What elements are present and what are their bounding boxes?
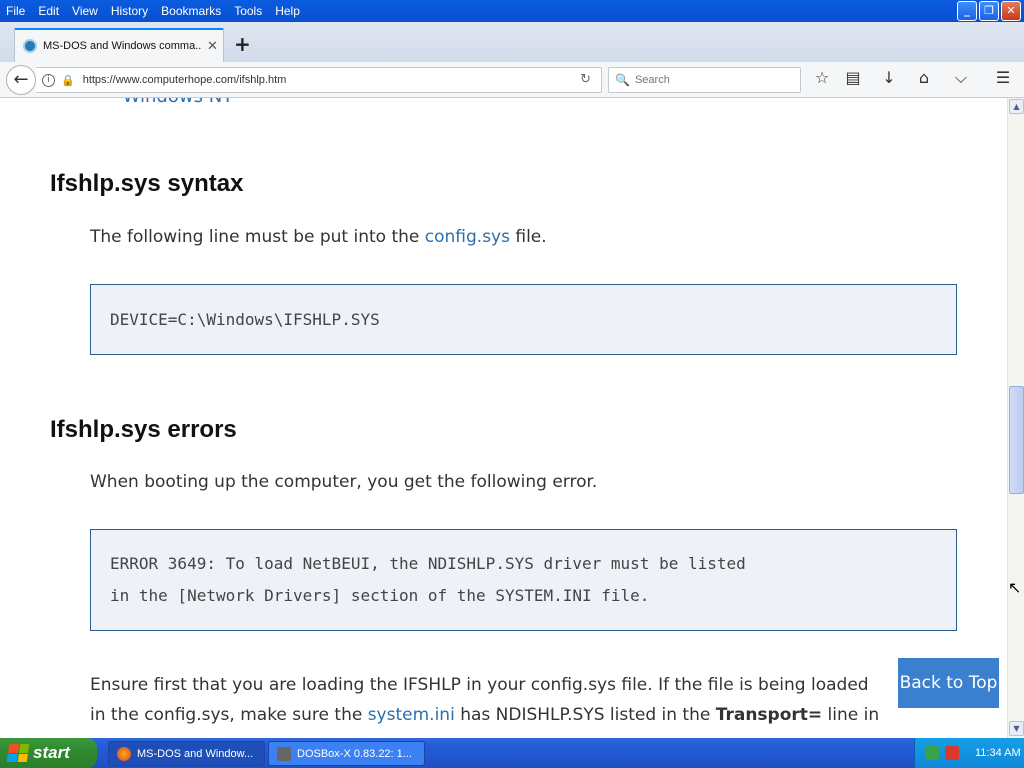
- section-heading-errors: Ifshlp.sys errors: [50, 416, 237, 443]
- error-code-block: ERROR 3649: To load NetBEUI, the NDISHLP…: [90, 529, 957, 631]
- para-text: in the config.sys, make sure the: [90, 705, 368, 725]
- menu-file[interactable]: File: [6, 4, 25, 18]
- menu-bar: File Edit View History Bookmarks Tools H…: [0, 0, 1024, 22]
- back-button[interactable]: ←: [6, 65, 36, 95]
- menu-help[interactable]: Help: [275, 4, 300, 18]
- back-to-top-button[interactable]: Back to Top: [898, 658, 999, 708]
- para-text: line in: [822, 705, 880, 725]
- menu-tools[interactable]: Tools: [234, 4, 262, 18]
- minimize-button[interactable]: _: [957, 1, 977, 21]
- window-controls: _ ❐ ✕: [957, 1, 1021, 21]
- start-label: start: [33, 743, 70, 762]
- para-text: has NDISHLP.SYS listed in the: [454, 705, 716, 725]
- tab-active[interactable]: MS-DOS and Windows comma... ✕: [14, 28, 224, 62]
- syntax-code-block: DEVICE=C:\Windows\IFSHLP.SYS: [90, 284, 957, 355]
- system-tray: 11:34 AM: [914, 738, 1024, 768]
- close-button[interactable]: ✕: [1001, 1, 1021, 21]
- search-icon: 🔍: [615, 73, 630, 87]
- network-tray-icon[interactable]: [925, 746, 939, 760]
- scrollbar-thumb[interactable]: [1009, 386, 1024, 494]
- taskbar-item-dosbox[interactable]: DOSBox-X 0.83.22: 1...: [268, 741, 425, 766]
- security-shield-icon[interactable]: [945, 746, 959, 760]
- section-heading-syntax: Ifshlp.sys syntax: [50, 170, 244, 197]
- transport-bold-text: Transport=: [715, 705, 823, 725]
- syntax-paragraph: The following line must be put into the …: [90, 227, 547, 247]
- taskbar-item-label: DOSBox-X 0.83.22: 1...: [297, 747, 412, 760]
- firefox-icon: [117, 746, 131, 761]
- tab-title: MS-DOS and Windows comma...: [43, 40, 201, 52]
- menu-view[interactable]: View: [72, 4, 98, 18]
- maximize-button[interactable]: ❐: [979, 1, 999, 21]
- reload-icon[interactable]: ↻: [580, 72, 591, 87]
- code-line: in the [Network Drivers] section of the …: [110, 586, 650, 605]
- syntax-para-prefix: The following line must be put into the: [90, 227, 425, 247]
- list-item: • Windows NT: [102, 98, 233, 107]
- new-tab-button[interactable]: +: [234, 32, 251, 56]
- site-favicon-icon: [23, 39, 37, 53]
- scroll-down-arrow-icon[interactable]: ▼: [1009, 721, 1024, 736]
- bullet-icon: •: [102, 98, 113, 107]
- taskbar-item-firefox[interactable]: MS-DOS and Window...: [108, 741, 265, 766]
- taskbar-item-label: MS-DOS and Window...: [137, 747, 254, 760]
- url-text[interactable]: https://www.computerhope.com/ifshlp.htm: [83, 74, 287, 86]
- search-box[interactable]: 🔍: [608, 67, 801, 93]
- ensure-paragraph-line2: in the config.sys, make sure the system.…: [90, 705, 879, 725]
- tab-strip: MS-DOS and Windows comma... ✕ +: [0, 22, 1024, 62]
- code-line: DEVICE=C:\Windows\IFSHLP.SYS: [110, 310, 380, 329]
- ensure-paragraph-line1: Ensure first that you are loading the IF…: [90, 675, 869, 695]
- bookmark-star-icon[interactable]: ☆: [811, 68, 833, 87]
- info-icon[interactable]: i: [42, 73, 55, 87]
- downloads-icon[interactable]: ↓: [878, 68, 900, 87]
- taskbar: start MS-DOS and Window... DOSBox-X 0.83…: [0, 738, 1024, 768]
- menu-edit[interactable]: Edit: [38, 4, 59, 18]
- home-icon[interactable]: ⌂: [913, 68, 935, 87]
- pocket-icon[interactable]: ⌵: [950, 68, 972, 88]
- menu-history[interactable]: History: [111, 4, 148, 18]
- errors-paragraph: When booting up the computer, you get th…: [90, 472, 598, 492]
- search-input[interactable]: [634, 74, 795, 86]
- code-line: ERROR 3649: To load NetBEUI, the NDISHLP…: [110, 554, 746, 573]
- start-button[interactable]: start: [0, 738, 97, 768]
- clock[interactable]: 11:34 AM: [975, 747, 1021, 759]
- syntax-para-suffix: file.: [509, 227, 547, 247]
- menu-bookmarks[interactable]: Bookmarks: [161, 4, 221, 18]
- vertical-scrollbar[interactable]: ▲ ▼: [1007, 98, 1024, 738]
- windows-nt-link[interactable]: Windows NT: [123, 98, 234, 107]
- page-content: • Windows NT Ifshlp.sys syntax The follow…: [0, 98, 1007, 738]
- scroll-up-arrow-icon[interactable]: ▲: [1009, 99, 1024, 114]
- nav-bar: i 🔒 https://www.computerhope.com/ifshlp.…: [0, 62, 1024, 98]
- windows-logo-icon: [6, 744, 30, 762]
- lock-icon: 🔒: [61, 73, 75, 87]
- mouse-cursor-icon: ↖: [1008, 578, 1022, 597]
- dosbox-icon: [277, 746, 291, 761]
- system-ini-link[interactable]: system.ini: [368, 705, 455, 725]
- library-icon[interactable]: ▤: [842, 68, 864, 87]
- tab-close-icon[interactable]: ✕: [207, 39, 218, 54]
- url-bar[interactable]: i 🔒 https://www.computerhope.com/ifshlp.…: [36, 67, 602, 93]
- hamburger-menu-icon[interactable]: ☰: [992, 68, 1014, 87]
- config-sys-link[interactable]: config.sys: [425, 227, 510, 247]
